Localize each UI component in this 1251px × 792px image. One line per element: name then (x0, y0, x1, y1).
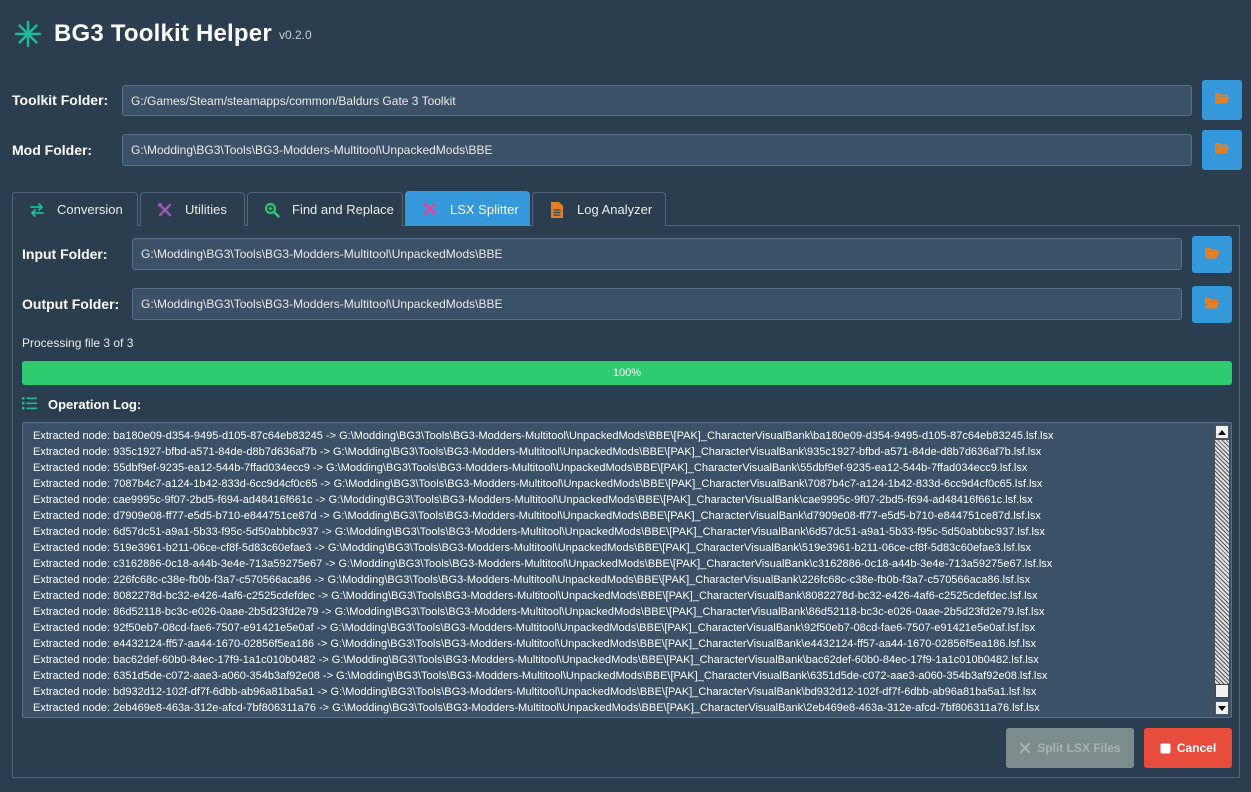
output-folder-label: Output Folder: (22, 296, 120, 312)
stop-icon (1160, 743, 1171, 754)
tab-label: Conversion (57, 202, 123, 217)
tab-label: LSX Splitter (450, 201, 519, 217)
log-line: Extracted node: 6d57dc51-a9a1-5b33-f95c-… (33, 526, 1045, 538)
log-line: Extracted node: 7087b4c7-a124-1b42-833d-… (33, 478, 1043, 490)
log-line: Extracted node: 86d52118-bc3c-e026-0aae-… (33, 606, 1045, 618)
progress-label: 100% (612, 367, 642, 379)
app-title: BG3 Toolkit Helper (54, 20, 272, 47)
input-folder-label: Input Folder: (22, 246, 108, 262)
operation-log-title: Operation Log: (48, 397, 142, 412)
list-icon (22, 397, 38, 411)
folder-open-icon (1204, 246, 1220, 264)
tab-find-and-replace[interactable]: Find and Replace (247, 192, 403, 226)
scissors-icon (422, 201, 438, 217)
toolkit-folder-label: Toolkit Folder: (12, 92, 109, 108)
tab-label: Utilities (185, 202, 227, 217)
log-line: Extracted node: 226fc68c-c38e-fb0b-f3a7-… (33, 574, 1031, 586)
progress-bar: 100% (22, 361, 1232, 385)
scroll-up-arrow-icon[interactable] (1215, 425, 1229, 439)
tools-icon (157, 202, 173, 218)
tab-conversion[interactable]: Conversion (12, 192, 138, 226)
document-icon (549, 201, 565, 218)
tab-label: Log Analyzer (577, 202, 653, 217)
scroll-down-arrow-icon[interactable] (1215, 701, 1229, 715)
tab-lsx-splitter[interactable]: LSX Splitter (405, 191, 530, 226)
log-line: Extracted node: 55dbf9ef-9235-ea12-544b-… (33, 462, 1028, 474)
split-lsx-label: Split LSX Files (1037, 741, 1121, 755)
log-line: Extracted node: d7909e08-ff77-e5d5-b710-… (33, 510, 1041, 522)
log-line: Extracted node: 2eb469e8-463a-312e-afcd-… (33, 702, 1040, 714)
log-line: Extracted node: 92f50eb7-08cd-fae6-7507-… (33, 622, 1036, 634)
log-line: Extracted node: ba180e09-d354-9495-d105-… (33, 430, 1054, 442)
tab-label: Find and Replace (292, 202, 394, 217)
log-line: Extracted node: cae9995c-9f07-2bd5-f694-… (33, 494, 1033, 506)
tab-log-analyzer[interactable]: Log Analyzer (532, 192, 666, 226)
input-folder-browse-button[interactable] (1192, 236, 1232, 273)
folder-open-icon (1214, 141, 1230, 159)
app-version: v0.2.0 (279, 28, 312, 42)
log-line: Extracted node: 6351d5de-c072-aae3-a060-… (33, 670, 1048, 682)
scroll-track[interactable] (1215, 440, 1229, 684)
arrows-exchange-icon (29, 202, 45, 218)
scissors-icon (1019, 742, 1031, 754)
log-line: Extracted node: 519e3961-b211-06ce-cf8f-… (33, 542, 1032, 554)
log-line: Extracted node: 935c1927-bfbd-a571-84de-… (33, 446, 1042, 458)
output-folder-browse-button[interactable] (1192, 286, 1232, 323)
tab-utilities[interactable]: Utilities (140, 192, 245, 226)
log-line: Extracted node: c3162886-0c18-a44b-3e4e-… (33, 558, 1053, 570)
cancel-button[interactable]: Cancel (1144, 728, 1232, 768)
mod-folder-input[interactable]: G:\Modding\BG3\Tools\BG3-Modders-Multito… (122, 134, 1192, 166)
log-line: Extracted node: bd932d12-102f-df7f-6dbb-… (33, 686, 1037, 698)
app-logo-icon (14, 20, 42, 48)
scroll-thumb[interactable] (1215, 684, 1229, 698)
toolkit-folder-input[interactable]: G:/Games/Steam/steamapps/common/Baldurs … (122, 85, 1192, 116)
toolkit-folder-browse-button[interactable] (1202, 80, 1242, 120)
cancel-label: Cancel (1176, 741, 1217, 755)
folder-open-icon (1204, 296, 1220, 314)
mod-folder-label: Mod Folder: (12, 142, 93, 158)
log-lines: Extracted node: ba180e09-d354-9495-d105-… (33, 428, 1209, 716)
log-scrollbar[interactable] (1214, 424, 1230, 716)
processing-status: Processing file 3 of 3 (22, 336, 134, 350)
log-line: Extracted node: 8082278d-bc32-e426-4af6-… (33, 590, 1038, 602)
operation-log[interactable]: Extracted node: ba180e09-d354-9495-d105-… (22, 422, 1232, 718)
log-line: Extracted node: bac62def-60b0-84ec-17f9-… (33, 654, 1039, 666)
input-folder-input[interactable]: G:\Modding\BG3\Tools\BG3-Modders-Multito… (132, 238, 1182, 270)
folder-open-icon (1214, 91, 1230, 109)
search-icon (264, 202, 280, 218)
mod-folder-browse-button[interactable] (1202, 130, 1242, 170)
output-folder-input[interactable]: G:\Modding\BG3\Tools\BG3-Modders-Multito… (132, 288, 1182, 320)
split-lsx-button[interactable]: Split LSX Files (1006, 728, 1134, 768)
log-line: Extracted node: e4432124-ff57-aa44-1670-… (33, 638, 1036, 650)
